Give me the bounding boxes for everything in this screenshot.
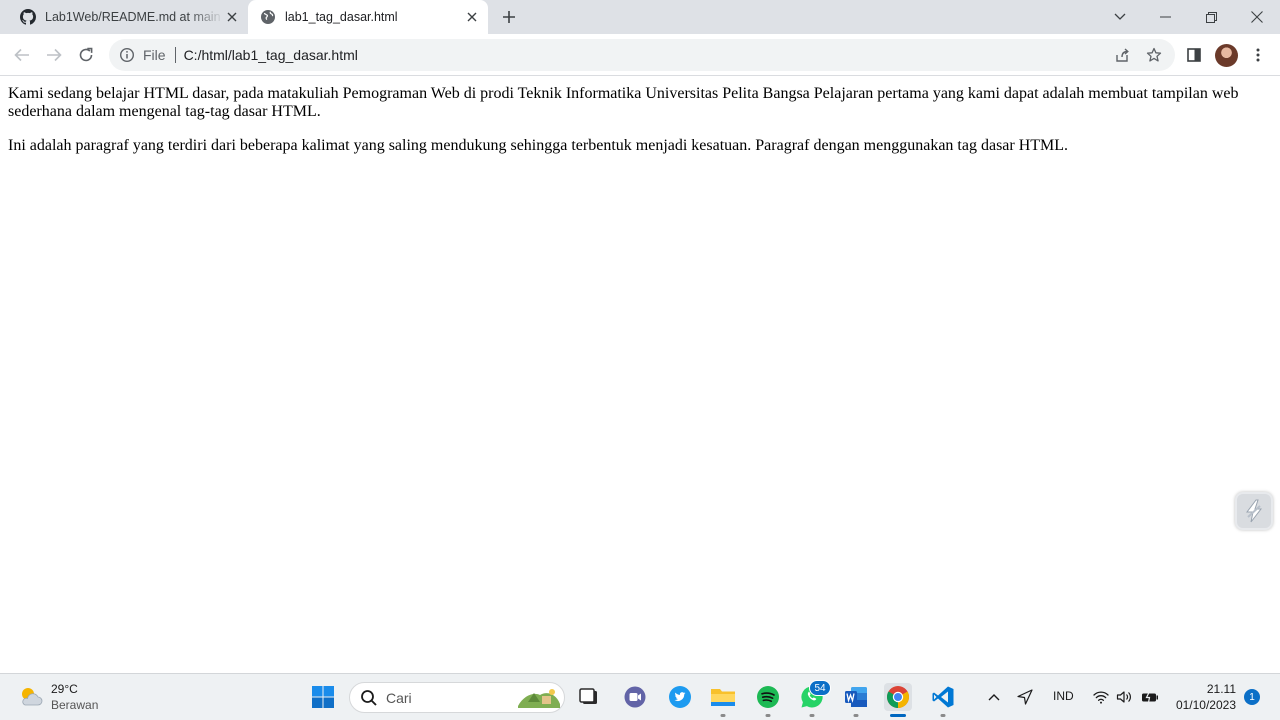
word-icon: [845, 687, 867, 707]
arrow-left-icon: [14, 48, 29, 62]
chrome-icon: [887, 686, 909, 708]
search-placeholder: Cari: [386, 689, 412, 706]
tab-readme[interactable]: Lab1Web/README.md at main ·: [8, 0, 246, 34]
arrow-right-icon: [47, 48, 62, 62]
close-tab-icon[interactable]: [464, 9, 480, 25]
lightning-icon: [1246, 499, 1263, 523]
word-app[interactable]: [842, 683, 870, 717]
weather-temperature: 29°C: [51, 682, 78, 696]
start-button[interactable]: [309, 683, 337, 711]
side-panel-icon: [1187, 48, 1201, 62]
running-indicator: [809, 714, 815, 717]
weather-description: Berawan: [51, 698, 99, 712]
active-indicator: [890, 714, 906, 717]
restore-icon: [1205, 11, 1217, 23]
paragraph-2: Ini adalah paragraf yang terdiri dari be…: [8, 137, 1069, 154]
twitter-app[interactable]: [666, 683, 694, 711]
tab-lab1-active[interactable]: lab1_tag_dasar.html: [248, 0, 488, 34]
reload-button[interactable]: [73, 42, 99, 68]
search-icon: [361, 689, 377, 706]
github-icon: [20, 9, 36, 25]
windows-taskbar: 29°C Berawan Cari 54 IND 21.11 01/10/202…: [0, 673, 1280, 720]
info-icon[interactable]: [118, 46, 136, 64]
chrome-app-active[interactable]: [884, 683, 912, 717]
clock-time[interactable]: 21.11: [1207, 682, 1236, 696]
file-explorer-app[interactable]: [709, 683, 737, 717]
reload-icon: [79, 47, 93, 62]
tab-search-button[interactable]: [1097, 0, 1143, 34]
windows-logo-icon: [312, 686, 334, 708]
minimize-button[interactable]: [1142, 0, 1188, 34]
share-icon[interactable]: [1112, 45, 1132, 65]
paragraph-1: Kami sedang belajar HTML dasar, pada mat…: [8, 85, 1239, 120]
floating-extension-button[interactable]: [1235, 492, 1273, 530]
show-hidden-icons-button[interactable]: [985, 686, 1003, 708]
clock-date[interactable]: 01/10/2023: [1176, 698, 1236, 712]
battery-tray-icon[interactable]: [1140, 686, 1160, 708]
tab-title: lab1_tag_dasar.html: [285, 10, 398, 24]
bookmark-star-icon[interactable]: [1144, 45, 1164, 65]
volume-tray-icon[interactable]: [1115, 686, 1133, 708]
running-indicator: [940, 714, 946, 717]
spotify-icon: [757, 686, 779, 708]
address-bar[interactable]: File C:/html/lab1_tag_dasar.html: [109, 39, 1175, 71]
location-tray-icon[interactable]: [1015, 686, 1035, 708]
page-content: Kami sedang belajar HTML dasar, pada mat…: [0, 77, 1280, 673]
battery-charging-icon: [1142, 691, 1158, 703]
chat-icon: [624, 686, 646, 708]
folder-icon: [711, 689, 735, 706]
profile-avatar[interactable]: [1215, 44, 1238, 67]
close-tab-icon[interactable]: [224, 9, 240, 25]
task-view-icon: [579, 688, 597, 704]
close-icon: [1251, 11, 1263, 23]
task-view-button[interactable]: [575, 683, 603, 711]
url-text[interactable]: C:/html/lab1_tag_dasar.html: [184, 47, 358, 63]
wifi-tray-icon[interactable]: [1092, 686, 1110, 708]
tab-title: Lab1Web/README.md at main ·: [45, 10, 224, 24]
more-vertical-icon: [1256, 48, 1260, 62]
speaker-icon: [1116, 691, 1131, 703]
vscode-app[interactable]: [929, 683, 957, 717]
side-panel-button[interactable]: [1181, 42, 1207, 68]
taskbar-search[interactable]: Cari: [349, 682, 565, 713]
chevron-up-icon: [988, 694, 1000, 701]
browser-toolbar: File C:/html/lab1_tag_dasar.html: [0, 34, 1280, 76]
notification-badge[interactable]: 1: [1244, 689, 1260, 705]
search-highlight-illustration-icon: [518, 689, 560, 708]
close-window-button[interactable]: [1234, 0, 1280, 34]
teams-chat-button[interactable]: [621, 683, 649, 711]
forward-button[interactable]: [41, 42, 67, 68]
spotify-app[interactable]: [754, 683, 782, 717]
chevron-down-icon: [1114, 13, 1126, 20]
running-indicator: [853, 714, 859, 717]
address-separator: [174, 47, 176, 63]
running-indicator: [720, 714, 726, 717]
back-button[interactable]: [9, 42, 35, 68]
wifi-icon: [1093, 691, 1109, 704]
scheme-label: File: [143, 47, 166, 63]
whatsapp-unread-badge: 54: [809, 680, 831, 696]
twitter-icon: [669, 686, 691, 708]
minimize-icon: [1159, 16, 1171, 18]
vscode-icon: [932, 686, 954, 708]
globe-icon: [260, 9, 276, 25]
location-arrow-icon: [1017, 689, 1033, 705]
partly-cloudy-icon: [22, 688, 43, 706]
new-tab-button[interactable]: [499, 7, 519, 27]
weather-widget[interactable]: [18, 684, 44, 710]
browser-menu-button[interactable]: [1245, 42, 1271, 68]
restore-button[interactable]: [1188, 0, 1234, 34]
language-indicator[interactable]: IND: [1053, 689, 1074, 703]
running-indicator: [765, 714, 771, 717]
tab-strip: Lab1Web/README.md at main · lab1_tag_das…: [0, 0, 1280, 34]
